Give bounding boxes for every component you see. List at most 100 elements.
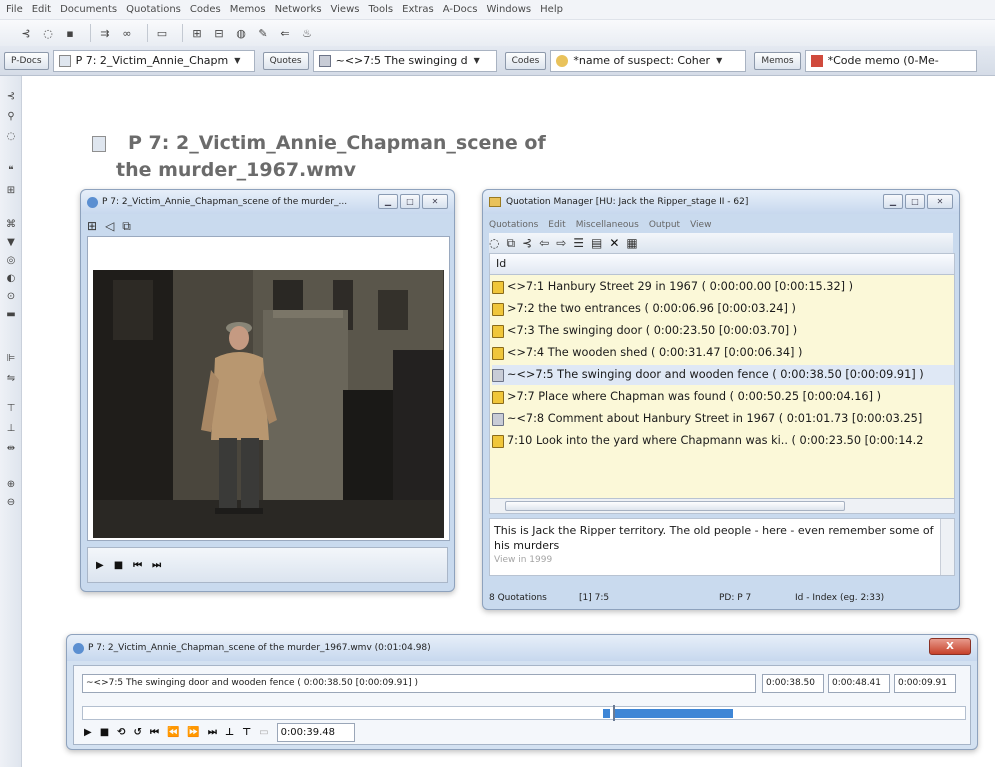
list-item[interactable]: <>7:1 Hanbury Street 29 in 1967 ( 0:00:0… — [492, 277, 954, 297]
pen-icon[interactable]: ✎ — [255, 25, 271, 41]
menu-codes[interactable]: Codes — [190, 4, 221, 15]
skip-to-start-icon[interactable]: ⏮ — [150, 727, 159, 738]
loop-icon[interactable]: ⟲ — [117, 727, 125, 738]
output-icon[interactable]: ▤ — [591, 236, 602, 250]
menu-miscellaneous[interactable]: Miscellaneous — [576, 220, 639, 230]
list-item[interactable]: 7:10 Look into the yard where Chapmann w… — [492, 431, 954, 451]
set-end-icon[interactable]: ⊤ — [242, 727, 251, 738]
skip-to-end-icon[interactable]: ⏭ — [152, 560, 161, 571]
replay-icon[interactable]: ↺ — [134, 727, 142, 738]
play-icon[interactable]: ▶ — [96, 560, 104, 571]
pdocs-button[interactable]: P-Docs — [4, 51, 49, 70]
family-icon[interactable]: ◍ — [233, 25, 249, 41]
copy-frame-icon[interactable]: ⧉ — [122, 219, 131, 234]
list-item[interactable]: >7:7 Place where Chapman was found ( 0:0… — [492, 387, 954, 407]
hyperlink-icon[interactable]: ⇋ — [4, 372, 18, 386]
memos-dropdown[interactable]: *Code memo (0-Me- — [804, 49, 977, 72]
horizontal-scrollbar[interactable] — [489, 498, 955, 514]
list-item[interactable]: <>7:4 The wooden shed ( 0:00:31.47 [0:00… — [492, 343, 954, 363]
back-icon[interactable]: ⇐ — [277, 25, 293, 41]
list-icon[interactable]: ☰ — [573, 236, 584, 250]
menu-views[interactable]: Views — [331, 4, 360, 15]
search-binoculars-icon[interactable]: ∞ — [119, 25, 135, 41]
minimize-button[interactable]: ▁ — [883, 194, 903, 209]
link-icon[interactable]: ⊫ — [4, 352, 18, 366]
comment-icon[interactable]: ◌ — [4, 130, 18, 144]
quotes-dropdown[interactable]: ~<>7:5 The swinging d ▼ — [312, 49, 497, 72]
copy-icon[interactable]: ⧉ — [506, 236, 515, 251]
rewind-icon[interactable]: ⏪ — [167, 727, 179, 738]
paint-icon[interactable]: ♨ — [299, 25, 315, 41]
list-item-selected[interactable]: ~<>7:5 The swinging door and wooden fenc… — [492, 365, 954, 385]
menu-edit[interactable]: Edit — [548, 220, 565, 230]
quotation-tool-icon[interactable]: ⊰ — [4, 90, 18, 104]
code-tool-icon[interactable]: ⌘ — [4, 218, 18, 232]
list-item[interactable]: ~<7:8 Comment about Hanbury Street in 19… — [492, 409, 954, 429]
save-icon[interactable]: ▪ — [62, 25, 78, 41]
skip-to-start-icon[interactable]: ⏮ — [133, 560, 142, 571]
filter-icon[interactable]: ▼ — [4, 236, 18, 250]
snapshot-icon[interactable]: ▭ — [259, 727, 268, 738]
menu-view[interactable]: View — [690, 220, 711, 230]
quotation-comment-pane[interactable]: This is Jack the Ripper territory. The o… — [489, 518, 955, 576]
menu-networks[interactable]: Networks — [275, 4, 322, 15]
mute-icon[interactable]: ◁ — [105, 219, 114, 233]
view-options-icon[interactable]: ▦ — [626, 236, 637, 250]
list-code-icon[interactable]: ◐ — [4, 272, 18, 286]
previous-icon[interactable]: ⇦ — [539, 236, 549, 250]
menu-edit[interactable]: Edit — [32, 4, 51, 15]
menu-tools[interactable]: Tools — [368, 4, 393, 15]
close-button[interactable]: ✕ — [927, 194, 953, 209]
fast-forward-icon[interactable]: ⏩ — [187, 727, 199, 738]
zoom-out-icon[interactable]: ⊖ — [4, 496, 18, 510]
close-button[interactable]: ✕ — [422, 194, 448, 209]
fit-window-icon[interactable]: ⊞ — [87, 219, 97, 233]
set-start-icon[interactable]: ⊥ — [225, 727, 234, 738]
play-icon[interactable]: ▶ — [84, 727, 92, 738]
skip-to-end-icon[interactable]: ⏭ — [208, 727, 217, 738]
timeline-track[interactable] — [82, 705, 966, 721]
menu-quotations[interactable]: Quotations — [489, 220, 538, 230]
open-folder-icon[interactable]: ▭ — [154, 25, 170, 41]
quote-marks-icon[interactable]: ❝ — [4, 164, 18, 178]
memos-button[interactable]: Memos — [754, 51, 801, 70]
media-player-titlebar[interactable]: P 7: 2_Victim_Annie_Chapman_scene of the… — [67, 635, 977, 661]
merge-icon[interactable]: ⊥ — [4, 422, 18, 436]
quotation-icon[interactable]: ⊰ — [522, 236, 532, 250]
codes-dropdown[interactable]: *name of suspect: Coher ▼ — [550, 49, 747, 72]
split-icon[interactable]: ⊤ — [4, 402, 18, 416]
maximize-button[interactable]: □ — [905, 194, 925, 209]
scrollbar-thumb[interactable] — [505, 501, 845, 511]
menu-extras[interactable]: Extras — [402, 4, 434, 15]
menu-help[interactable]: Help — [540, 4, 563, 15]
code-in-vivo-icon[interactable]: ⊙ — [4, 290, 18, 304]
menu-memos[interactable]: Memos — [230, 4, 266, 15]
menu-documents[interactable]: Documents — [60, 4, 117, 15]
comment-icon[interactable]: ◌ — [40, 25, 56, 41]
code-tree-icon[interactable]: ⊞ — [189, 25, 205, 41]
delete-icon[interactable]: ✕ — [609, 236, 619, 250]
position-field[interactable]: 0:00:39.48 — [276, 722, 355, 742]
margin-icon[interactable]: ⊞ — [4, 184, 18, 198]
menu-a-docs[interactable]: A-Docs — [443, 4, 478, 15]
menu-file[interactable]: File — [6, 4, 23, 15]
comment-icon[interactable]: ◌ — [489, 236, 499, 250]
stop-icon[interactable]: ■ — [114, 560, 123, 571]
stop-icon[interactable]: ■ — [100, 727, 109, 738]
menu-windows[interactable]: Windows — [487, 4, 532, 15]
codes-button[interactable]: Codes — [504, 51, 547, 70]
menu-output[interactable]: Output — [649, 220, 680, 230]
new-quotation-icon[interactable]: ⊰ — [18, 25, 34, 41]
zoom-in-icon[interactable]: ⊕ — [4, 478, 18, 492]
pdocs-dropdown[interactable]: P 7: 2_Victim_Annie_Chapm ▼ — [52, 49, 255, 72]
quotation-segment[interactable] — [615, 709, 733, 718]
memo-tool-icon[interactable]: ▬ — [4, 308, 18, 322]
quotation-segment[interactable] — [603, 709, 610, 718]
menu-quotations[interactable]: Quotations — [126, 4, 181, 15]
quotes-button[interactable]: Quotes — [262, 51, 309, 70]
drag-code-icon[interactable]: ◎ — [4, 254, 18, 268]
minimize-button[interactable]: ▁ — [378, 194, 398, 209]
import-icon[interactable]: ⇉ — [97, 25, 113, 41]
search-icon[interactable]: ⚲ — [4, 110, 18, 124]
network-icon[interactable]: ⊟ — [211, 25, 227, 41]
